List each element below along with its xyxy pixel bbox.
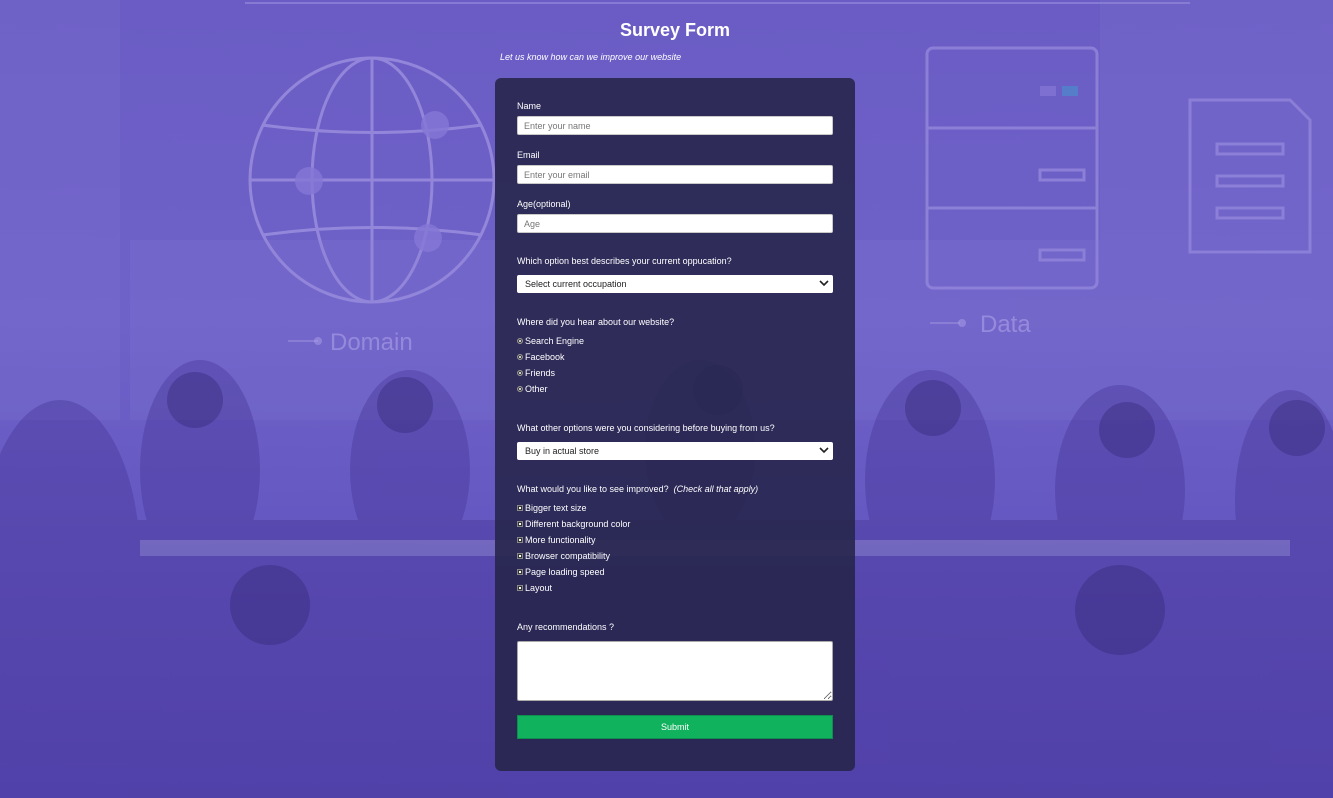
email-input[interactable]	[517, 165, 833, 184]
checkbox-option[interactable]: More functionality	[517, 535, 596, 545]
radio-option[interactable]: Facebook	[517, 352, 565, 362]
checkbox-option[interactable]: Layout	[517, 583, 552, 593]
considering-select-value: Buy in actual store	[525, 446, 600, 456]
checkbox-icon[interactable]	[517, 585, 523, 591]
radio-icon[interactable]	[517, 354, 523, 360]
chevron-down-icon	[819, 280, 829, 287]
checkbox-option[interactable]: Bigger text size	[517, 503, 587, 513]
chevron-down-icon	[819, 447, 829, 454]
improve-label-text: What would you like to see improved?	[517, 484, 669, 494]
page-title: Survey Form	[619, 20, 731, 40]
considering-select[interactable]: Buy in actual store	[517, 442, 833, 460]
checkbox-option[interactable]: Different background color	[517, 519, 630, 529]
checkbox-option-label: Browser compatibility	[525, 551, 611, 561]
checkbox-option-label: Bigger text size	[525, 503, 587, 513]
checkbox-option[interactable]: Browser compatibility	[517, 551, 610, 561]
recommendations-textarea[interactable]	[517, 641, 833, 701]
background-label-domain: Domain	[330, 329, 413, 356]
occupation-select[interactable]: Select current occupation	[517, 275, 833, 293]
name-label: Name	[517, 101, 542, 111]
radio-option-label: Facebook	[525, 352, 565, 362]
checkbox-option-label: Layout	[525, 583, 553, 593]
improve-hint: (Check all that apply)	[673, 484, 759, 494]
checkbox-option-label: Different background color	[525, 519, 631, 529]
submit-button[interactable]: Submit	[517, 715, 833, 739]
checkbox-option-label: Page loading speed	[525, 567, 605, 577]
checkbox-icon[interactable]	[517, 553, 523, 559]
checkbox-icon[interactable]	[517, 521, 523, 527]
radio-icon[interactable]	[517, 338, 523, 344]
radio-option[interactable]: Other	[517, 384, 548, 394]
checkbox-option[interactable]: Page loading speed	[517, 567, 605, 577]
background-label-data: Data	[980, 311, 1031, 338]
age-input[interactable]	[517, 214, 833, 233]
checkbox-icon[interactable]	[517, 505, 523, 511]
name-input[interactable]	[517, 116, 833, 135]
recommend-label: Any recommendations ?	[517, 622, 615, 632]
page-subtitle: Let us know how can we improve our websi…	[500, 52, 682, 62]
radio-option-label: Search Engine	[525, 336, 585, 346]
radio-icon[interactable]	[517, 386, 523, 392]
occupation-select-value: Select current occupation	[525, 279, 627, 289]
radio-option[interactable]: Friends	[517, 368, 555, 378]
heard-label: Where did you hear about our website?	[517, 317, 675, 327]
radio-option-label: Other	[525, 384, 548, 394]
radio-option[interactable]: Search Engine	[517, 336, 584, 346]
survey-form: Name Email Age(optional) Which option be…	[495, 78, 855, 771]
improve-label: What would you like to see improved? (Che…	[517, 484, 758, 494]
checkbox-option-label: More functionality	[525, 535, 596, 545]
radio-option-label: Friends	[525, 368, 556, 378]
radio-icon[interactable]	[517, 370, 523, 376]
checkbox-icon[interactable]	[517, 569, 523, 575]
age-label: Age(optional)	[517, 199, 571, 209]
checkbox-icon[interactable]	[517, 537, 523, 543]
considering-label: What other options were you considering …	[517, 423, 775, 433]
email-label: Email	[517, 150, 540, 160]
occupation-label: Which option best describes your current…	[517, 256, 732, 266]
